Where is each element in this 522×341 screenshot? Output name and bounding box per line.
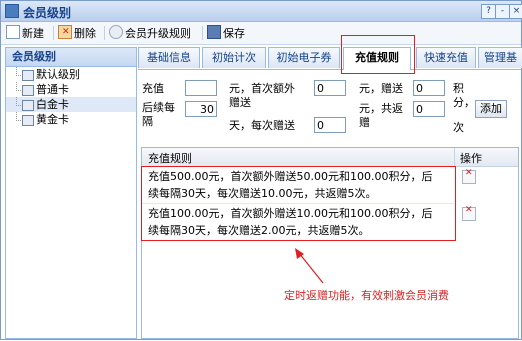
grid-header: 充值规则 操作 (142, 148, 518, 167)
tree-item-label: 黄金卡 (36, 113, 69, 126)
every-label-2: 隔 (142, 115, 153, 128)
total-gift-label: 元，共返 (359, 102, 403, 115)
upgrade-rules-button[interactable]: 会员升级规则 (109, 25, 191, 41)
toolbar-divider (202, 26, 203, 40)
col-divider (454, 148, 455, 166)
tab-strip: 基础信息 初始计次 初始电子券 充值规则 快速充值 管理基 (138, 45, 522, 70)
first-extra-input[interactable]: 0 (314, 80, 346, 96)
active-tab-highlight (341, 35, 415, 74)
upgrade-icon (109, 25, 123, 39)
tree-item-label: 普通卡 (36, 83, 69, 96)
tree-item-label: 白金卡 (36, 98, 69, 111)
card-icon (22, 70, 34, 81)
recharge-label: 充值 (142, 82, 164, 95)
new-button[interactable]: 新建 (6, 25, 44, 41)
tree-item-label: 默认级别 (36, 68, 80, 81)
toolbar-divider (104, 26, 105, 40)
points-input[interactable]: 0 (413, 80, 445, 96)
card-icon (22, 100, 34, 111)
delete-label: 删除 (74, 27, 96, 40)
save-icon (207, 25, 221, 39)
help-button[interactable]: ? (481, 4, 496, 19)
tree-item-normal[interactable]: 普通卡 (6, 82, 136, 97)
delete-icon (58, 24, 72, 40)
save-button[interactable]: 保存 (207, 25, 245, 41)
new-label: 新建 (22, 27, 44, 40)
delete-rule-icon[interactable] (462, 205, 476, 221)
tab-management[interactable]: 管理基 (478, 47, 522, 68)
total-gift-label-2: 赠 (359, 116, 370, 129)
tab-initial-coupon[interactable]: 初始电子券 (268, 47, 340, 68)
delete-button[interactable]: 删除 (58, 24, 96, 41)
save-label: 保存 (223, 27, 245, 40)
col-header-action: 操作 (460, 152, 482, 165)
minimize-button[interactable]: - (495, 4, 510, 19)
first-extra-label: 元，首次额外 (229, 82, 295, 95)
delete-rule-icon[interactable] (462, 168, 476, 184)
tab-initial-count[interactable]: 初始计次 (202, 47, 266, 68)
every-label: 后续每 (142, 101, 175, 114)
new-icon (6, 25, 20, 39)
times-label: 次 (453, 121, 464, 134)
yuan-gift-label: 元，赠送 (359, 82, 403, 95)
card-icon (22, 115, 34, 126)
window-title: 会员级别 (23, 6, 72, 20)
tab-quick-recharge[interactable]: 快速充值 (416, 47, 476, 68)
level-tree-header: 会员级别 (6, 48, 136, 67)
days-label: 天，每次赠送 (229, 119, 295, 132)
interval-days-input[interactable]: 30 (185, 101, 217, 117)
recharge-amount-input[interactable] (185, 80, 217, 96)
col-header-rule: 充值规则 (148, 152, 192, 165)
tree-item-default[interactable]: 默认级别 (6, 67, 136, 82)
rules-highlight (141, 166, 456, 241)
tree-item-platinum[interactable]: 白金卡 (6, 97, 136, 112)
points-label: 积 (453, 82, 464, 95)
upgrade-label: 会员升级规则 (125, 27, 191, 40)
total-times-input[interactable]: 0 (413, 101, 445, 117)
card-icon (22, 85, 34, 96)
points-label-2: 分， (453, 96, 475, 109)
member-level-window: 会员级别 ? - × 新建 删除 会员升级规则 保存 会员级别 默认级别 普通卡… (0, 0, 522, 340)
tree-item-gold[interactable]: 黄金卡 (6, 112, 136, 127)
window-icon (5, 4, 19, 18)
toolbar: 新建 删除 会员升级规则 保存 (1, 22, 521, 45)
title-bar: 会员级别 ? - × (1, 1, 522, 22)
close-button[interactable]: × (509, 4, 522, 19)
toolbar-divider (53, 26, 54, 40)
add-button[interactable]: 添加 (475, 100, 507, 118)
annotation-note: 定时返赠功能，有效刺激会员消费 (284, 289, 449, 302)
level-tree-panel: 会员级别 默认级别 普通卡 白金卡 黄金卡 (5, 47, 137, 339)
tab-basic-info[interactable]: 基础信息 (138, 47, 200, 68)
gift-label: 赠送 (229, 96, 251, 109)
each-gift-input[interactable]: 0 (314, 117, 346, 133)
